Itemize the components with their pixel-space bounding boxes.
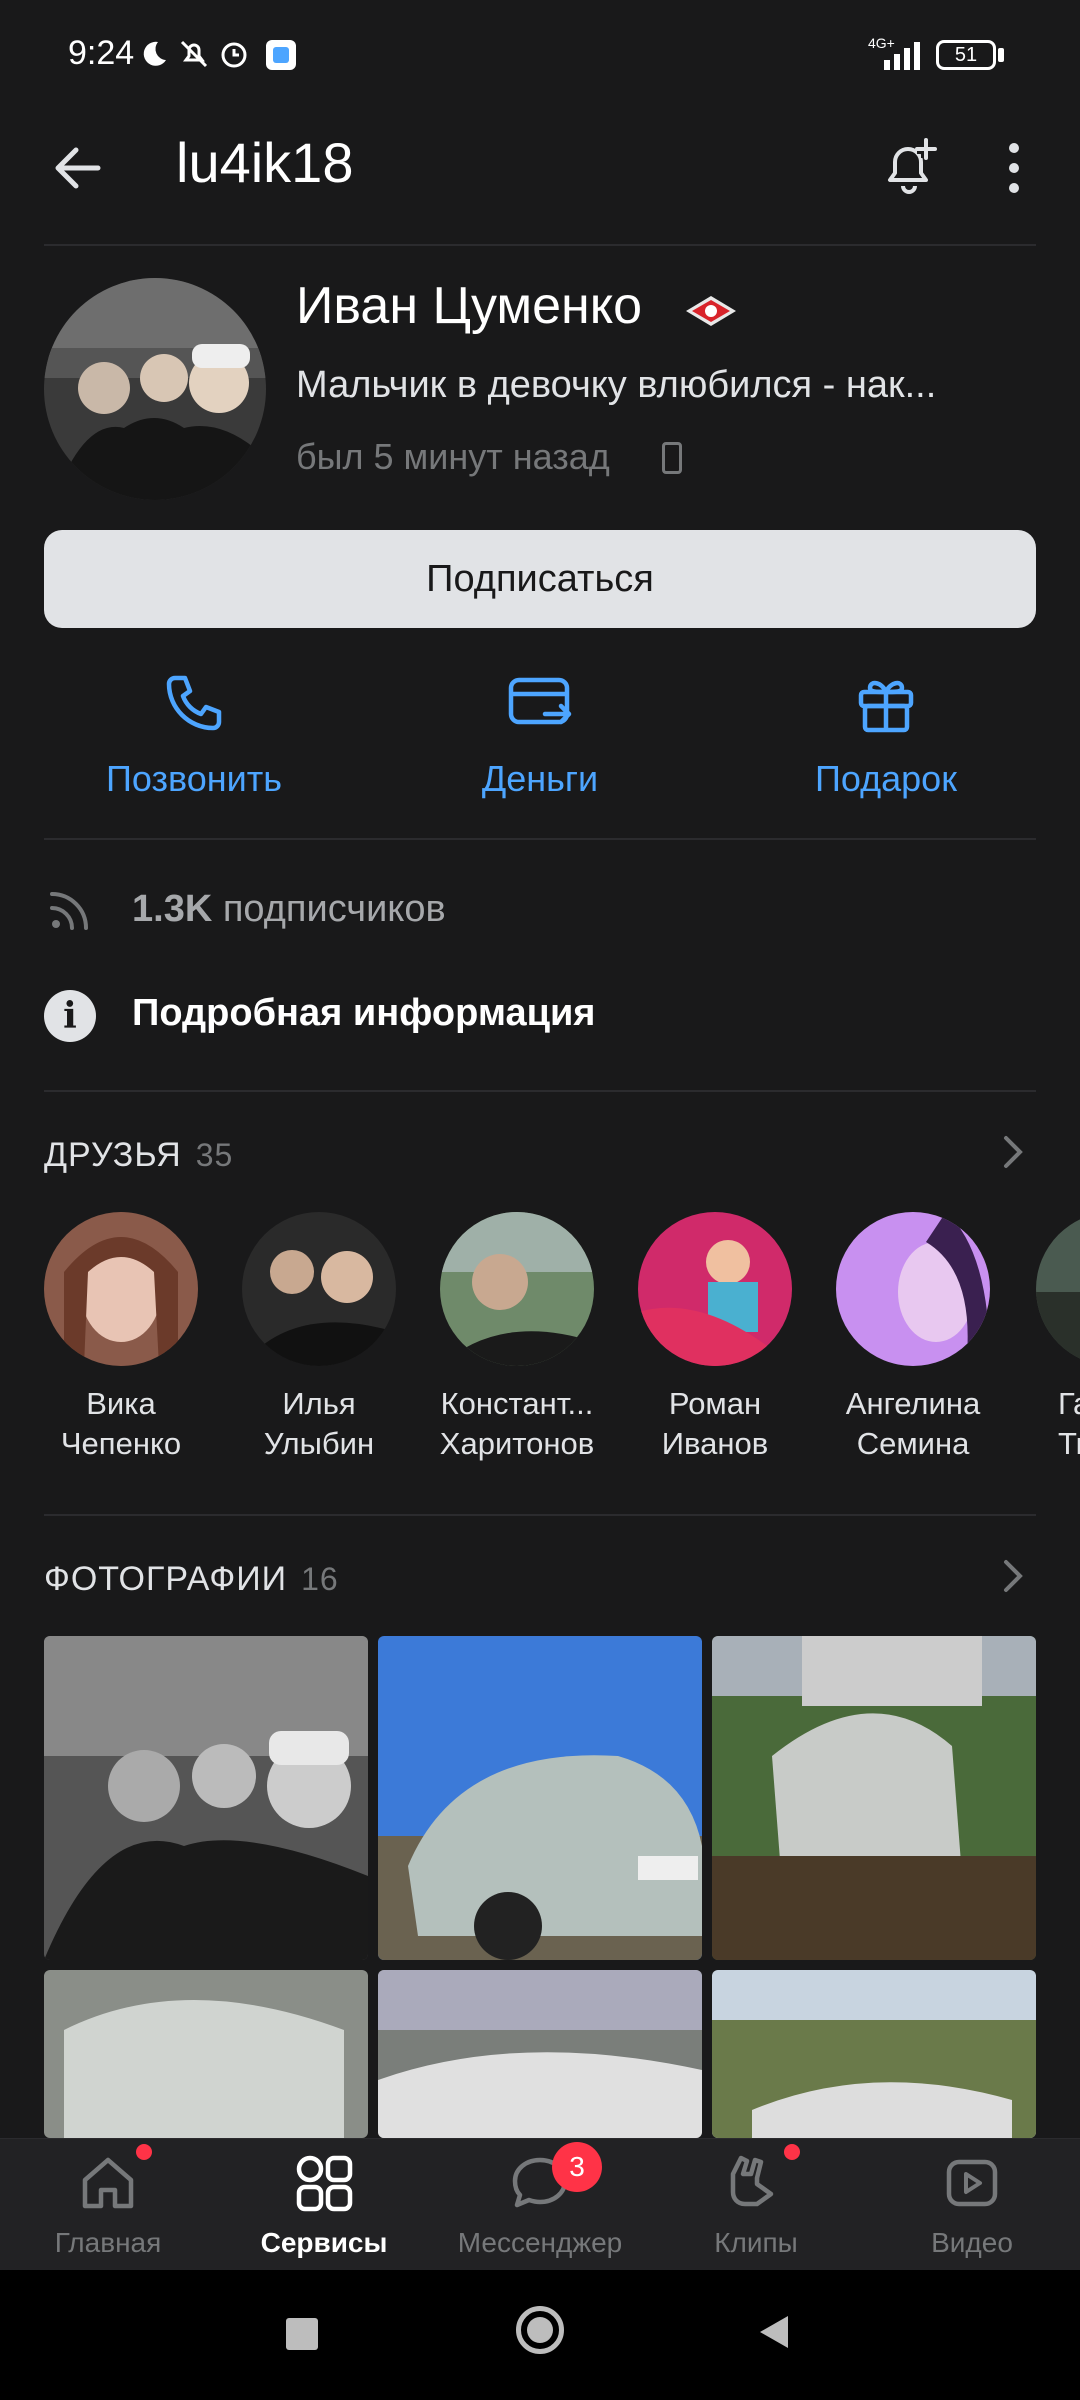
messenger-badge: 3 [552,2142,602,2192]
services-icon [296,2155,353,2212]
tab-clips[interactable]: Клипы [648,2150,864,2259]
friend-avatar [638,1212,792,1366]
call-label: Позвонить [106,758,282,799]
money-button[interactable]: Деньги [390,670,690,800]
app-notification-icon [266,40,296,70]
divider [44,1514,1036,1516]
tab-label: Сервисы [260,2227,388,2258]
friends-title: ДРУЗЬЯ [44,1136,182,1174]
last-seen: был 5 минут назад [296,436,610,477]
photo-thumbnail[interactable] [712,1636,1036,1960]
divider [44,244,1036,246]
money-transfer-icon [508,677,572,725]
divider [44,838,1036,840]
photo-thumbnail[interactable] [44,1970,368,2138]
home-icon [82,2157,134,2209]
friend-item[interactable]: Вика Чепенко [36,1212,206,1464]
tab-messenger[interactable]: Мессенджер [432,2150,648,2259]
friend-avatar [242,1212,396,1366]
photos-section-header[interactable]: ФОТОГРАФИИ 16 [44,1560,339,1599]
subscribe-button[interactable]: Подписаться [44,530,1036,628]
battery-icon: 51 [936,40,996,70]
divider [44,1090,1036,1092]
friend-item[interactable]: Илья Улыбин [234,1212,404,1464]
rss-followers-icon [50,892,88,930]
friend-name: Констант... Харитонов [439,1386,595,1461]
chevron-right-icon[interactable] [998,1132,1028,1172]
signal-icon [884,42,920,70]
clips-notification-dot [784,2144,800,2160]
friend-avatar [836,1212,990,1366]
friend-name: Ангелина Семина [845,1386,981,1461]
friend-name: ГаТи [1058,1386,1080,1461]
photo-thumbnail[interactable] [44,1636,368,1960]
photos-title: ФОТОГРАФИИ [44,1560,288,1598]
tab-label: Клипы [714,2227,798,2258]
friend-name: Вика Чепенко [60,1386,182,1461]
home-button-icon[interactable] [516,2306,564,2354]
call-button[interactable]: Позвонить [44,670,344,800]
info-icon: i [44,990,96,1042]
friend-item[interactable]: Роман Иванов [630,1212,800,1464]
gift-label: Подарок [815,758,957,799]
clips-icon [730,2155,774,2207]
status-time: 9:24 [68,34,135,72]
mute-icon [180,40,208,68]
friend-item[interactable]: Констант... Харитонов [432,1212,602,1464]
video-icon [946,2159,998,2207]
back-arrow-icon[interactable] [46,136,110,200]
friend-avatar [440,1212,594,1366]
notification-bell-plus-icon[interactable] [876,134,942,200]
profile-avatar[interactable] [44,278,266,500]
friend-avatar [1036,1212,1080,1366]
more-options-icon[interactable] [996,138,1032,198]
friends-section-header[interactable]: ДРУЗЬЯ 35 [44,1136,233,1175]
followers-number: 1.3K [132,888,213,930]
tab-home[interactable]: Главная [0,2150,216,2259]
friend-name: Илья Улыбин [263,1386,375,1461]
tab-services[interactable]: Сервисы [216,2150,432,2259]
money-label: Деньги [481,758,599,799]
photo-thumbnail[interactable] [712,1970,1036,2138]
profile-name: Иван Цуменко [296,277,643,335]
detailed-info-link[interactable]: Подробная информация [132,992,595,1035]
moon-icon [143,41,166,66]
photos-count: 16 [301,1561,339,1597]
followers-count[interactable]: 1.3K подписчиков [132,888,446,931]
friends-count: 35 [195,1137,234,1173]
tab-label: Мессенджер [457,2227,623,2258]
friend-name: Роман Иванов [661,1386,769,1461]
club-badge-icon [686,296,736,326]
gift-button[interactable]: Подарок [736,670,1036,800]
friend-avatar [44,1212,198,1366]
friend-item[interactable]: ГаТи [1026,1212,1080,1464]
friend-item[interactable]: Ангелина Семина [828,1212,998,1464]
phone-icon [166,675,222,731]
back-nav-icon[interactable] [756,2312,792,2352]
tab-label: Видео [931,2227,1013,2258]
followers-label: подписчиков [222,888,446,930]
profile-status: Мальчик в девочку влюбился - нак... [296,364,937,406]
mobile-device-icon [662,442,682,474]
page-title: lu4ik18 [176,131,354,194]
tab-label: Главная [54,2227,162,2258]
gift-icon [858,680,914,733]
recent-apps-icon[interactable] [286,2318,318,2350]
chevron-right-icon[interactable] [998,1556,1028,1596]
battery-tip [998,48,1004,62]
photo-thumbnail[interactable] [378,1970,702,2138]
tab-video[interactable]: Видео [864,2150,1080,2259]
alarm-icon [221,42,247,68]
photo-thumbnail[interactable] [378,1636,702,1960]
home-notification-dot [136,2144,152,2160]
